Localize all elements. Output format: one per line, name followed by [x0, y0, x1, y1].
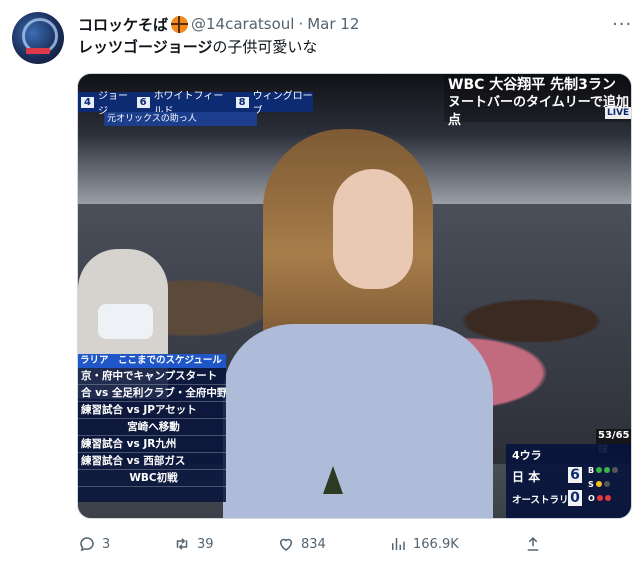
scoreboard: 53/65球 4ウラ 日 本 6 オーストラリア 0 B S O	[506, 429, 631, 518]
schedule-row: 宮崎へ移動	[78, 419, 226, 436]
retweet-button[interactable]: 39	[173, 532, 214, 556]
team-name-japan: 日 本	[512, 470, 541, 484]
retweet-count: 39	[197, 536, 214, 552]
user-avatar[interactable]	[12, 12, 64, 64]
like-button[interactable]: 834	[277, 532, 326, 556]
lineup-name-3: ウィングローブ	[252, 91, 313, 117]
tweet-media-image[interactable]: 4 ジョージ 6 ホワイトフィールド 8 ウィングローブ 元オリックスの助っ人 …	[77, 73, 632, 519]
schedule-panel: ラリア ここまでのスケジュール 京・府中でキャンプスタート 合 vs 全足利クラ…	[78, 354, 226, 502]
share-icon	[524, 535, 542, 553]
girl-face	[333, 169, 413, 289]
lineup-num-1: 4	[81, 96, 94, 108]
reply-button[interactable]: 3	[78, 532, 110, 556]
girl-shirt	[223, 324, 493, 518]
lineup-num-2: 6	[136, 96, 150, 108]
like-count: 834	[301, 536, 326, 552]
scoreboard-box: 4ウラ 日 本 6 オーストラリア 0 B S O	[506, 444, 631, 518]
retweet-icon	[173, 535, 191, 553]
spectator-mask	[98, 304, 153, 339]
tweet-text: レッツゴージョージの子供可愛いな	[78, 36, 317, 58]
out-label: O	[588, 494, 595, 503]
views-button[interactable]: 166.9K	[389, 532, 459, 556]
user-handle[interactable]: @14caratsoul	[191, 15, 294, 33]
shirt-print	[323, 466, 343, 494]
avatar-tag	[26, 48, 50, 54]
inning-label: 4ウラ	[512, 449, 542, 462]
lineup-overlay: 4 ジョージ 6 ホワイトフィールド 8 ウィングローブ	[78, 91, 313, 117]
score-australia: 0	[568, 490, 582, 506]
schedule-row: 練習試合 vs 西部ガス	[78, 453, 226, 470]
score-japan: 6	[568, 467, 582, 483]
separator-dot: ·	[298, 15, 304, 33]
reply-count: 3	[102, 536, 111, 552]
schedule-row: 京・府中でキャンプスタート	[78, 368, 226, 385]
bar-chart-icon	[389, 535, 407, 553]
tweet-header: コロッケそば @14caratsoul · Mar 12	[78, 12, 359, 36]
heart-icon	[277, 535, 295, 553]
ball-label: B	[588, 466, 595, 475]
more-icon[interactable]: ···	[612, 14, 632, 35]
tweet-actions: 3 39 834 166.9K	[78, 532, 558, 556]
schedule-header: ラリア ここまでのスケジュール	[78, 354, 226, 368]
reply-icon	[78, 535, 96, 553]
share-button[interactable]	[524, 532, 542, 556]
out-light	[596, 495, 603, 501]
ball-light	[596, 467, 603, 473]
out-count: O	[588, 494, 611, 503]
views-count: 166.9K	[413, 536, 459, 552]
ball-light	[612, 467, 619, 473]
tweet: コロッケそば @14caratsoul · Mar 12 ··· レッツゴージョ…	[0, 0, 640, 568]
ticker-line-2: ヌートバーのタイムリーで追加点	[448, 95, 629, 128]
ball-light	[604, 467, 611, 473]
schedule-row: 合 vs 全足利クラブ・全府中野球倶楽部	[78, 385, 226, 402]
display-name[interactable]: コロッケそば	[78, 14, 168, 35]
schedule-row: 練習試合 vs JPアセット	[78, 402, 226, 419]
news-ticker: WBC 大谷翔平 先制3ラン ヌートバーのタイムリーで追加点	[444, 74, 631, 128]
schedule-row: 練習試合 vs JR九州	[78, 436, 226, 453]
basketball-icon	[171, 15, 189, 33]
out-light	[604, 495, 611, 501]
live-badge: LIVE	[605, 107, 631, 119]
tweet-text-bold: レッツゴージョージ	[78, 38, 213, 56]
strike-count: S	[588, 480, 610, 489]
ball-count: B	[588, 466, 619, 475]
schedule-row: WBC初戦	[78, 470, 226, 487]
lineup-subtitle: 元オリックスの助っ人	[104, 112, 257, 126]
lineup-num-3: 8	[235, 96, 249, 108]
strike-label: S	[588, 480, 594, 489]
strike-light	[595, 481, 602, 487]
strike-light	[603, 481, 610, 487]
ticker-line-1: WBC 大谷翔平 先制3ラン	[448, 77, 616, 93]
tweet-text-rest: の子供可愛いな	[212, 38, 318, 56]
tweet-date[interactable]: Mar 12	[307, 15, 359, 33]
